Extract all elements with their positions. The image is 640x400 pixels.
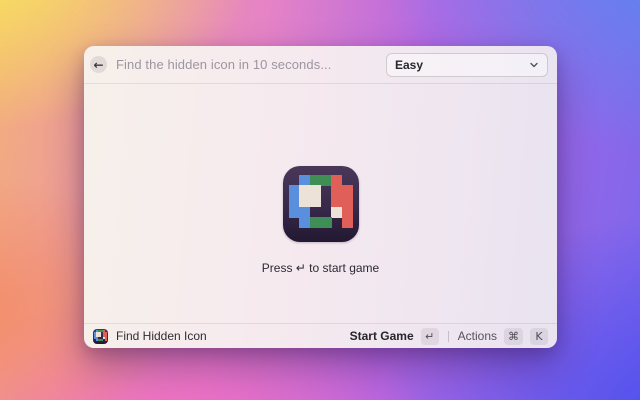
- actions-button[interactable]: Actions ⌘ K: [458, 328, 548, 345]
- window-header: ← Find the hidden icon in 10 seconds... …: [84, 46, 557, 84]
- chevron-down-icon: [529, 60, 539, 70]
- start-game-hint: Press ↵ to start game: [262, 261, 379, 275]
- page-title: Find the hidden icon in 10 seconds...: [116, 57, 331, 72]
- start-game-button[interactable]: Start Game ↵: [350, 328, 439, 345]
- desktop-background: { "window": { "header": { "back_icon": "…: [0, 0, 640, 400]
- window-content: Press ↵ to start game: [84, 84, 557, 323]
- raycast-window: ← Find the hidden icon in 10 seconds... …: [84, 46, 557, 348]
- k-key-icon: K: [530, 328, 548, 345]
- app-name-label: Find Hidden Icon: [116, 329, 207, 343]
- footer-app-chip: Find Hidden Icon: [93, 329, 207, 344]
- back-arrow-icon: ←: [93, 58, 103, 72]
- app-mini-icon: [93, 329, 108, 344]
- return-key-icon: ↵: [421, 328, 439, 345]
- command-key-icon: ⌘: [504, 328, 523, 345]
- difficulty-dropdown[interactable]: Easy: [386, 53, 548, 77]
- start-game-label: Start Game: [350, 329, 414, 343]
- game-app-icon: [283, 166, 359, 242]
- footer-actions: Start Game ↵ Actions ⌘ K: [350, 328, 548, 345]
- difficulty-selected-value: Easy: [395, 58, 423, 72]
- actions-label: Actions: [458, 329, 497, 343]
- back-button[interactable]: ←: [90, 56, 107, 73]
- footer-separator: [448, 331, 449, 342]
- window-footer: Find Hidden Icon Start Game ↵ Actions ⌘ …: [84, 323, 557, 348]
